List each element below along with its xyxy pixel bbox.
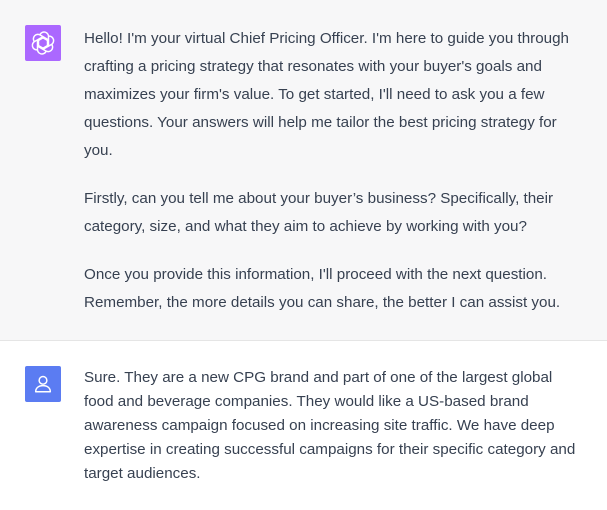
user-icon <box>34 375 52 393</box>
assistant-message-content: Hello! I'm your virtual Chief Pricing Of… <box>84 25 584 317</box>
assistant-paragraph-3: Once you provide this information, I'll … <box>84 266 561 311</box>
assistant-avatar <box>25 25 61 61</box>
user-message-content: Sure. They are a new CPG brand and part … <box>84 366 584 486</box>
conversation-thread: Hello! I'm your virtual Chief Pricing Of… <box>0 0 607 510</box>
openai-logo-icon <box>31 31 55 55</box>
user-message: Sure. They are a new CPG brand and part … <box>0 341 607 510</box>
assistant-paragraph-2: Firstly, can you tell me about your buye… <box>84 190 554 235</box>
assistant-paragraph-1: Hello! I'm your virtual Chief Pricing Of… <box>84 30 569 159</box>
assistant-message: Hello! I'm your virtual Chief Pricing Of… <box>0 0 607 341</box>
user-message-text: Sure. They are a new CPG brand and part … <box>84 369 576 482</box>
user-avatar <box>25 366 61 402</box>
